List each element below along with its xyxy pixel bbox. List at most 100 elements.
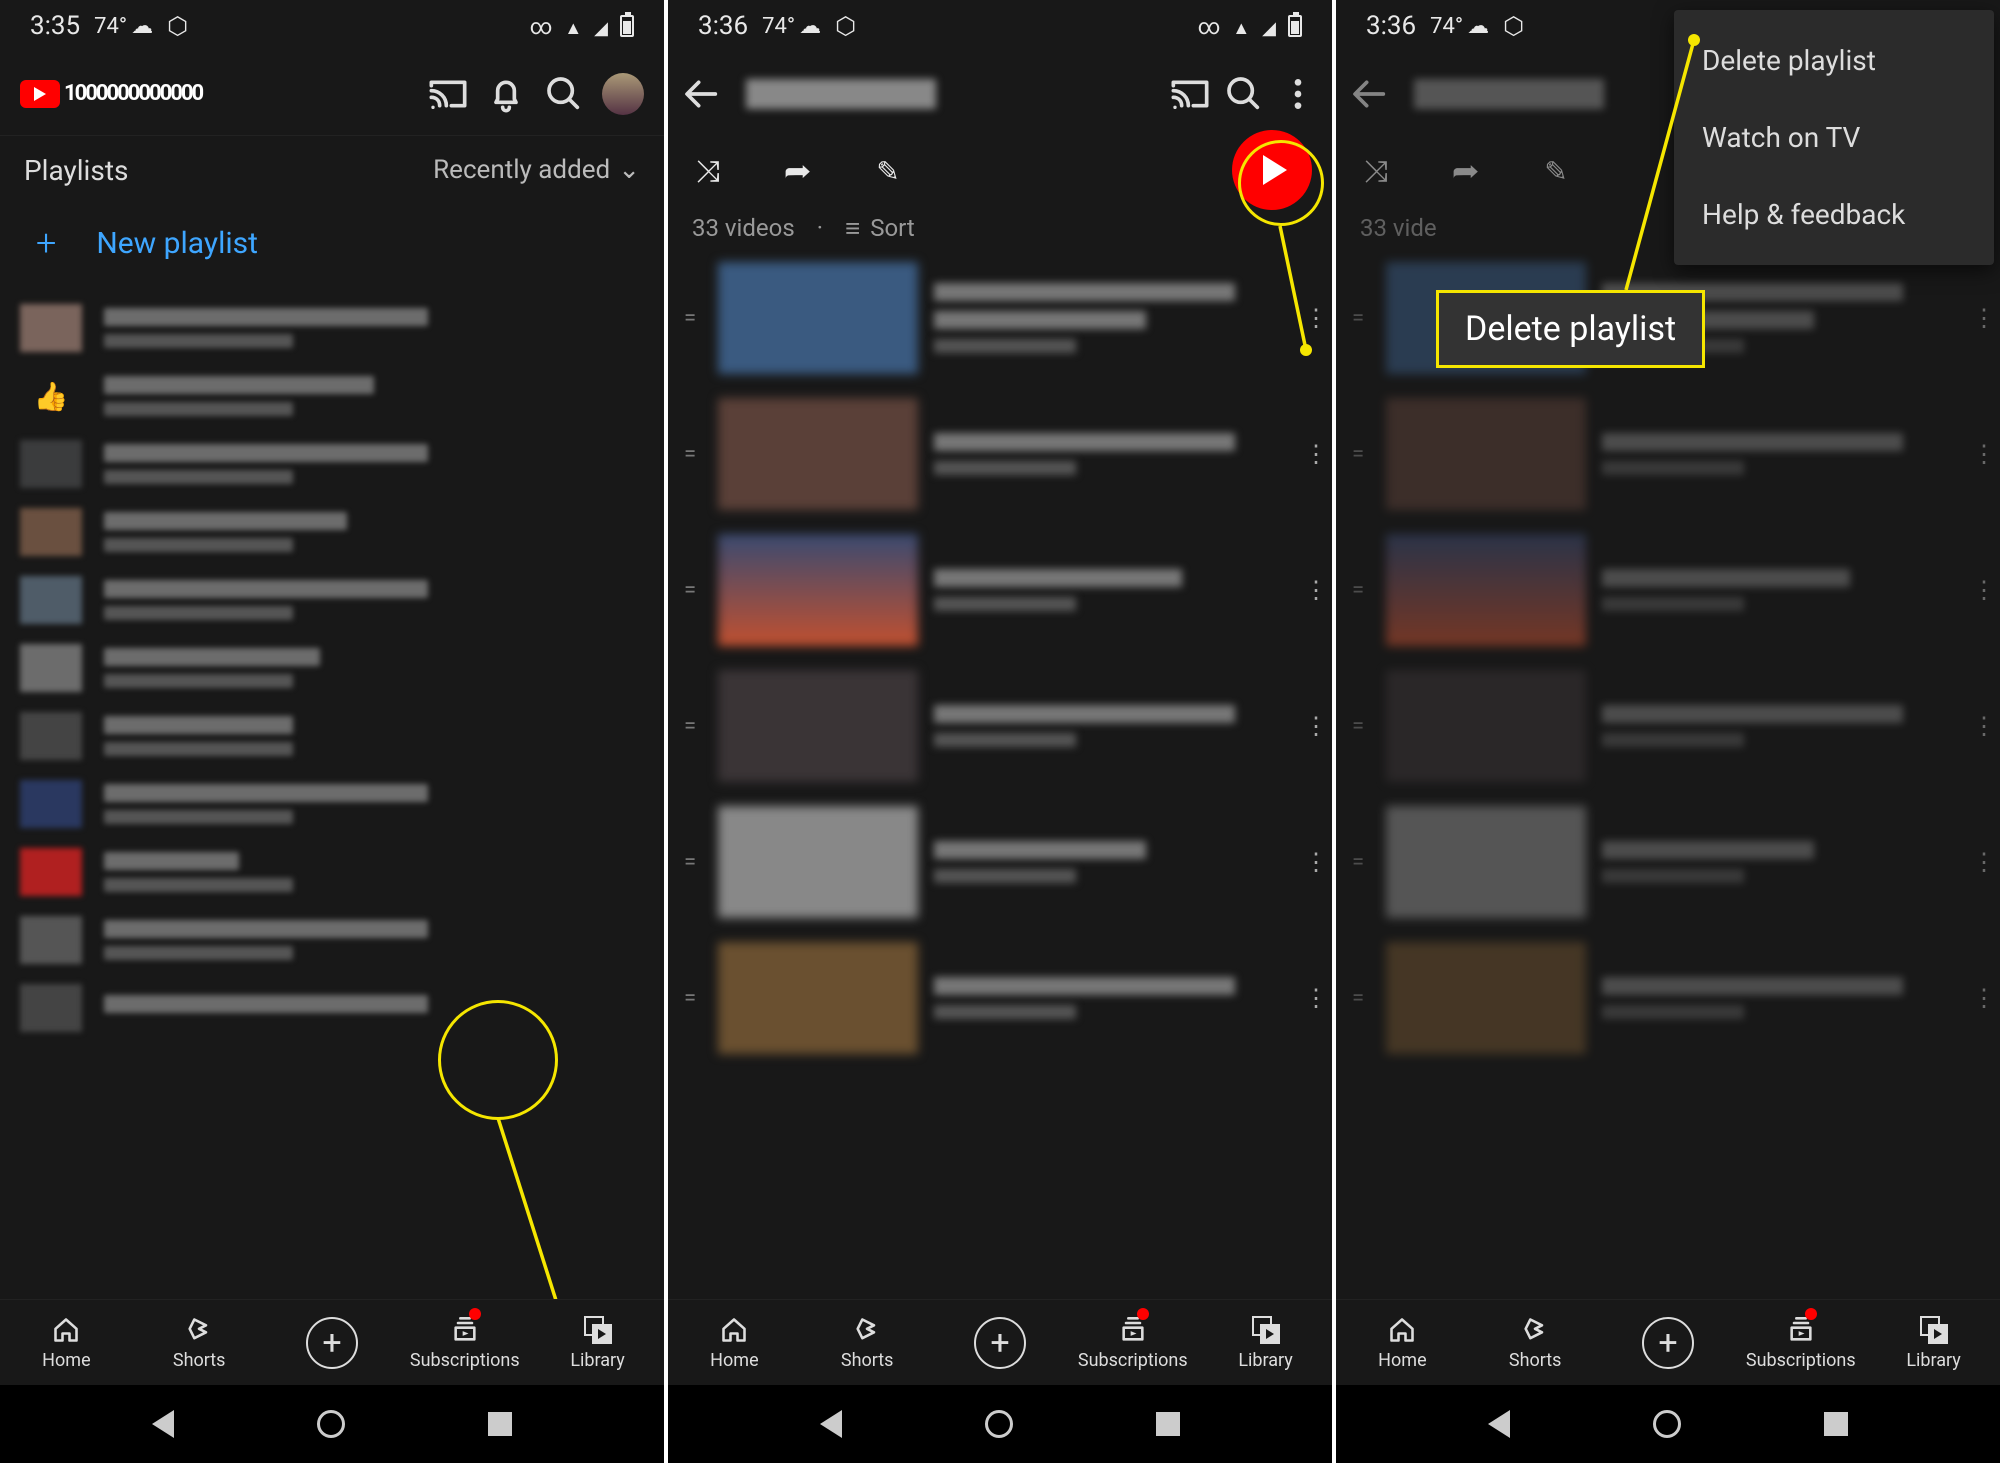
video-more-button[interactable]: ⋮: [1304, 440, 1322, 468]
drag-handle-icon[interactable]: [678, 578, 702, 603]
video-more-button[interactable]: ⋮: [1972, 984, 1990, 1012]
menu-help-feedback[interactable]: Help & feedback: [1674, 176, 1994, 253]
playlist-item[interactable]: [0, 770, 664, 838]
video-item[interactable]: ⋮: [668, 522, 1332, 658]
video-more-button[interactable]: ⋮: [1972, 848, 1990, 876]
drag-handle-icon[interactable]: [1346, 850, 1370, 875]
nav-library[interactable]: Library: [531, 1300, 664, 1385]
system-back-button[interactable]: [1488, 1410, 1510, 1438]
video-more-button[interactable]: ⋮: [1304, 848, 1322, 876]
playlist-item[interactable]: [0, 702, 664, 770]
nav-shorts[interactable]: Shorts: [801, 1300, 934, 1385]
edit-button[interactable]: [1536, 151, 1576, 191]
youtube-logo[interactable]: 1000000000000: [20, 80, 202, 108]
shield-icon: [167, 11, 188, 41]
nav-home[interactable]: Home: [1336, 1300, 1469, 1385]
system-nav: [0, 1385, 664, 1463]
edit-button[interactable]: [868, 151, 908, 191]
search-button[interactable]: [1224, 74, 1264, 114]
video-item[interactable]: ⋮: [1336, 930, 2000, 1066]
nav-home[interactable]: Home: [668, 1300, 801, 1385]
nav-home[interactable]: Home: [0, 1300, 133, 1385]
back-button[interactable]: [682, 74, 722, 114]
system-home-button[interactable]: [317, 1410, 345, 1438]
video-item[interactable]: ⋮: [1336, 794, 2000, 930]
menu-delete-playlist[interactable]: Delete playlist: [1674, 22, 1994, 99]
nav-create[interactable]: [1602, 1300, 1735, 1385]
system-back-button[interactable]: [820, 1410, 842, 1438]
nav-shorts[interactable]: Shorts: [133, 1300, 266, 1385]
video-item[interactable]: ⋮: [1336, 386, 2000, 522]
system-back-button[interactable]: [152, 1410, 174, 1438]
back-button[interactable]: [1350, 74, 1390, 114]
system-recent-button[interactable]: [1156, 1412, 1180, 1436]
cast-button[interactable]: [1170, 74, 1210, 114]
search-button[interactable]: [544, 74, 584, 114]
system-home-button[interactable]: [985, 1410, 1013, 1438]
drag-handle-icon[interactable]: [1346, 986, 1370, 1011]
video-item[interactable]: ⋮: [668, 386, 1332, 522]
share-button[interactable]: [778, 151, 818, 191]
video-item[interactable]: ⋮: [668, 794, 1332, 930]
video-more-button[interactable]: ⋮: [1972, 304, 1990, 332]
play-all-button[interactable]: [1232, 130, 1312, 210]
drag-handle-icon[interactable]: [1346, 578, 1370, 603]
drag-handle-icon[interactable]: [678, 850, 702, 875]
sort-dropdown[interactable]: Recently added: [433, 155, 640, 185]
video-count: 33 videos: [692, 214, 795, 242]
drag-handle-icon[interactable]: [1346, 306, 1370, 331]
screen-playlist-detail: 3:36 74° 33 videos · Sort ⋮: [668, 0, 1332, 1463]
video-item[interactable]: ⋮: [1336, 658, 2000, 794]
playlist-item[interactable]: [0, 566, 664, 634]
system-recent-button[interactable]: [488, 1412, 512, 1436]
nav-library[interactable]: Library: [1867, 1300, 2000, 1385]
share-button[interactable]: [1446, 151, 1486, 191]
drag-handle-icon[interactable]: [1346, 442, 1370, 467]
shield-icon: [1503, 11, 1524, 41]
menu-watch-on-tv[interactable]: Watch on TV: [1674, 99, 1994, 176]
video-more-button[interactable]: ⋮: [1304, 576, 1322, 604]
playlist-item[interactable]: [0, 498, 664, 566]
nav-library[interactable]: Library: [1199, 1300, 1332, 1385]
shuffle-button[interactable]: [688, 151, 728, 191]
video-item[interactable]: ⋮: [668, 250, 1332, 386]
new-playlist-button[interactable]: + New playlist: [0, 204, 664, 294]
playlist-item[interactable]: [0, 974, 664, 1042]
nav-subscriptions[interactable]: Subscriptions: [1734, 1300, 1867, 1385]
nav-shorts[interactable]: Shorts: [1469, 1300, 1602, 1385]
avatar[interactable]: [602, 73, 644, 115]
shuffle-button[interactable]: [1356, 151, 1396, 191]
nav-subscriptions[interactable]: Subscriptions: [1066, 1300, 1199, 1385]
more-button[interactable]: [1278, 74, 1318, 114]
nav-create[interactable]: [934, 1300, 1067, 1385]
drag-handle-icon[interactable]: [678, 306, 702, 331]
nav-create[interactable]: [266, 1300, 399, 1385]
drag-handle-icon[interactable]: [678, 442, 702, 467]
system-home-button[interactable]: [1653, 1410, 1681, 1438]
cloud-icon: [1467, 14, 1489, 39]
video-more-button[interactable]: ⋮: [1972, 440, 1990, 468]
status-bar: 3:36 74°: [668, 0, 1332, 52]
nav-subscriptions[interactable]: Subscriptions: [398, 1300, 531, 1385]
video-more-button[interactable]: ⋮: [1972, 712, 1990, 740]
playlist-item[interactable]: [0, 294, 664, 362]
playlist-item[interactable]: 👍: [0, 362, 664, 430]
drag-handle-icon[interactable]: [678, 986, 702, 1011]
cast-button[interactable]: [428, 74, 468, 114]
drag-handle-icon[interactable]: [678, 714, 702, 739]
video-more-button[interactable]: ⋮: [1304, 712, 1322, 740]
video-item[interactable]: ⋮: [1336, 522, 2000, 658]
video-more-button[interactable]: ⋮: [1972, 576, 1990, 604]
notifications-button[interactable]: [486, 74, 526, 114]
drag-handle-icon[interactable]: [1346, 714, 1370, 739]
video-item[interactable]: ⋮: [668, 930, 1332, 1066]
playlist-item[interactable]: [0, 430, 664, 498]
video-item[interactable]: ⋮: [668, 658, 1332, 794]
video-more-button[interactable]: ⋮: [1304, 984, 1322, 1012]
playlist-item[interactable]: [0, 838, 664, 906]
playlist-item[interactable]: [0, 906, 664, 974]
video-more-button[interactable]: ⋮: [1304, 304, 1322, 332]
system-recent-button[interactable]: [1824, 1412, 1848, 1436]
playlist-item[interactable]: [0, 634, 664, 702]
sort-button[interactable]: Sort: [845, 213, 915, 244]
